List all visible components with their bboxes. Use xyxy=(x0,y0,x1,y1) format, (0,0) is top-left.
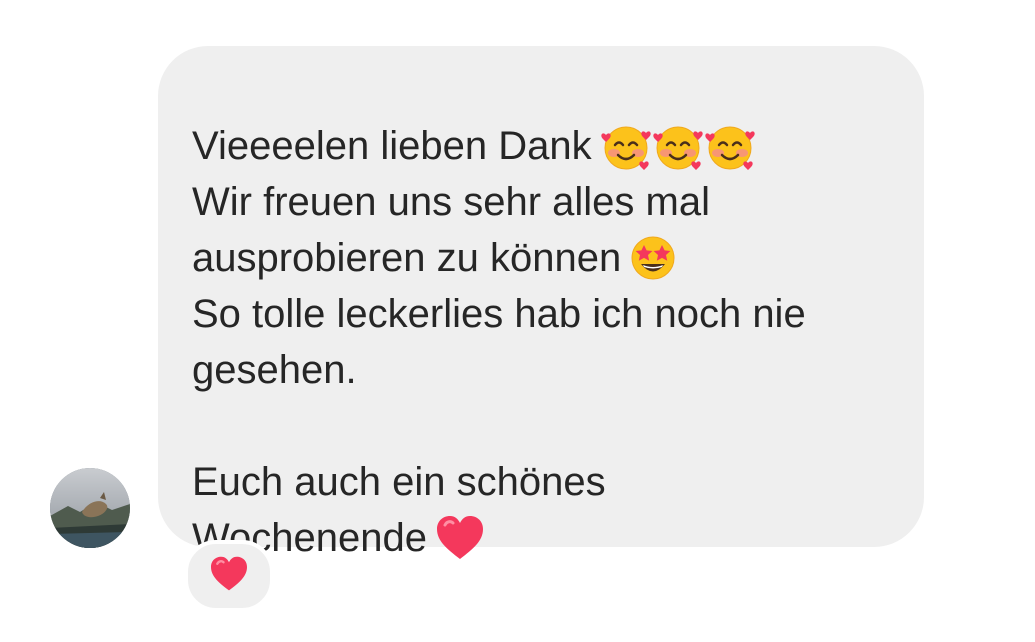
message-bubble[interactable]: Vieeeelen lieben Dank Wir freuen uns seh… xyxy=(158,46,924,560)
red-heart-icon xyxy=(435,515,485,561)
red-heart-icon xyxy=(209,556,249,597)
message-line: Vieeeelen lieben Dank xyxy=(192,118,894,174)
message-line: ausprobieren zu können xyxy=(192,230,894,286)
message-line: Wochenende xyxy=(192,510,894,566)
message-line-blank xyxy=(192,398,894,454)
avatar-photo xyxy=(50,468,130,548)
message-line: Wir freuen uns sehr alles mal xyxy=(192,174,894,230)
message-text: Vieeeelen lieben Dank xyxy=(192,124,592,168)
message-text: gesehen. xyxy=(192,348,357,392)
star-struck-icon xyxy=(629,235,677,281)
message-line: So tolle leckerlies hab ich noch nie xyxy=(192,286,894,342)
message-line: Euch auch ein schönes xyxy=(192,454,894,510)
message-text: Wir freuen uns sehr alles mal xyxy=(192,180,710,224)
smiling-face-with-hearts-icon xyxy=(600,123,652,170)
message-text: Euch auch ein schönes xyxy=(192,460,606,504)
message-text: ausprobieren zu können xyxy=(192,236,622,280)
avatar[interactable] xyxy=(50,468,130,548)
smiling-face-with-hearts-icon xyxy=(652,123,704,170)
emoji-group xyxy=(600,123,756,170)
reaction-badge[interactable] xyxy=(184,540,274,612)
chat-thread: Vieeeelen lieben Dank Wir freuen uns seh… xyxy=(0,0,1035,642)
message-text: So tolle leckerlies hab ich noch nie xyxy=(192,292,806,336)
smiling-face-with-hearts-icon xyxy=(704,123,756,170)
message-line: gesehen. xyxy=(192,342,894,398)
